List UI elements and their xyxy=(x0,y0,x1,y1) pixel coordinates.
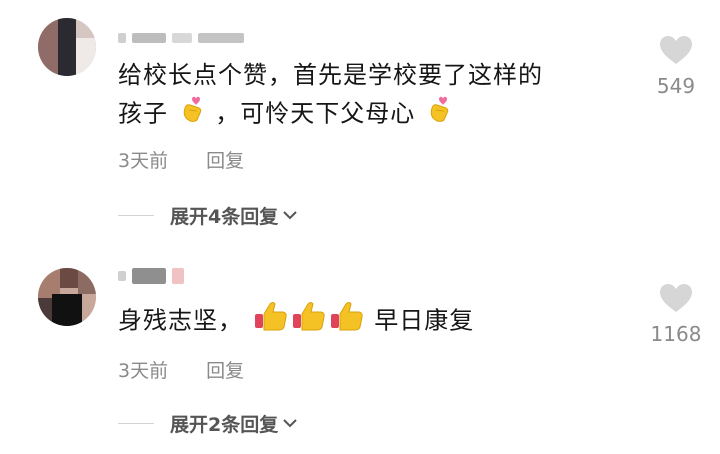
comment-meta: 3天前 回复 xyxy=(118,146,244,173)
chevron-down-icon xyxy=(282,414,298,433)
comment-meta: 3天前 回复 xyxy=(118,356,244,383)
comment-text-line: 孩子 xyxy=(118,99,168,128)
timestamp: 3天前 xyxy=(118,150,169,172)
like-count: 549 xyxy=(656,74,696,98)
expand-replies-label: 展开2条回复 xyxy=(170,414,279,436)
divider xyxy=(118,215,154,216)
avatar[interactable] xyxy=(38,268,96,326)
chevron-down-icon xyxy=(282,206,298,225)
reply-button[interactable]: 回复 xyxy=(206,360,244,382)
divider xyxy=(118,423,154,424)
like-button[interactable]: 1168 xyxy=(636,282,716,346)
heart-icon xyxy=(658,284,694,318)
avatar[interactable] xyxy=(38,18,96,76)
like-count: 1168 xyxy=(650,322,702,346)
finger-heart-icon xyxy=(177,94,207,135)
comment-text-line: 身残志坚， xyxy=(118,306,243,335)
heart-icon xyxy=(658,36,694,70)
expand-replies-button[interactable]: 展开2条回复 xyxy=(118,410,298,437)
thumbs-up-icon xyxy=(252,300,290,343)
thumbs-up-icon xyxy=(328,300,366,343)
username[interactable] xyxy=(118,268,184,284)
expand-replies-button[interactable]: 展开4条回复 xyxy=(118,202,298,229)
thumbs-up-icon xyxy=(290,300,328,343)
comment-text: 给校长点个赞，首先是学校要了这样的 孩子 ，可怜天下父母心 xyxy=(118,56,618,135)
finger-heart-icon xyxy=(424,94,454,135)
comment-text: 身残志坚， 早日康复 xyxy=(118,300,618,343)
expand-replies-label: 展开4条回复 xyxy=(170,206,279,228)
timestamp: 3天前 xyxy=(118,360,169,382)
comment-text-line: ，可怜天下父母心 xyxy=(215,99,416,128)
comment-text-line: 早日康复 xyxy=(374,306,475,335)
reply-button[interactable]: 回复 xyxy=(206,150,244,172)
like-button[interactable]: 549 xyxy=(636,34,716,98)
comment-text-line: 给校长点个赞，首先是学校要了这样的 xyxy=(118,61,543,89)
username[interactable] xyxy=(118,30,244,46)
